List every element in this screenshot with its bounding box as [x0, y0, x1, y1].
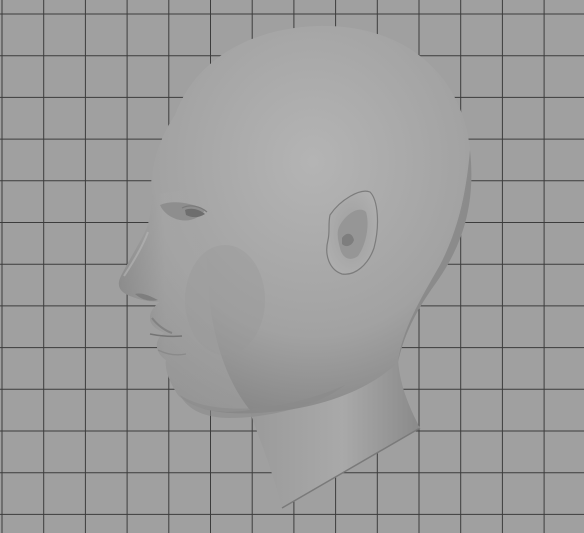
cheek-shading	[185, 245, 265, 355]
modeling-viewport[interactable]	[0, 0, 584, 533]
viewport-canvas[interactable]	[0, 0, 584, 533]
